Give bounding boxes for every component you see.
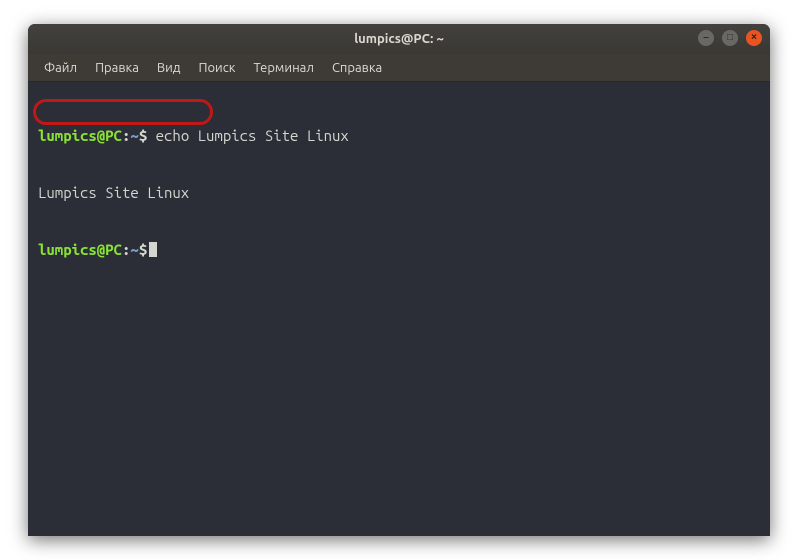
prompt-sigil: $: [139, 127, 147, 144]
prompt-user: lumpics@PC: [38, 241, 122, 258]
window-titlebar[interactable]: lumpics@PC: ~ – □ ×: [28, 24, 770, 54]
menu-edit[interactable]: Правка: [87, 57, 147, 79]
prompt-path: ~: [130, 241, 138, 258]
menu-file[interactable]: Файл: [36, 57, 85, 79]
terminal-cursor: [149, 242, 157, 257]
menu-terminal[interactable]: Терминал: [245, 57, 321, 79]
minimize-icon[interactable]: –: [698, 30, 714, 46]
prompt-user: lumpics@PC: [38, 127, 122, 144]
close-icon[interactable]: ×: [746, 30, 762, 46]
window-title: lumpics@PC: ~: [354, 32, 444, 46]
terminal-line-1: lumpics@PC:~$ echo Lumpics Site Linux: [38, 126, 760, 145]
menu-help[interactable]: Справка: [324, 57, 390, 79]
terminal-line-3: lumpics@PC:~$: [38, 240, 760, 259]
command-text: echo Lumpics Site Linux: [147, 127, 349, 144]
screenshot-canvas: lumpics@PC: ~ – □ × Файл Правка Вид Поис…: [0, 0, 797, 560]
menu-search[interactable]: Поиск: [190, 57, 243, 79]
prompt-path: ~: [130, 127, 138, 144]
menu-view[interactable]: Вид: [149, 57, 189, 79]
terminal-output-line: Lumpics Site Linux: [38, 183, 760, 202]
prompt-sigil: $: [139, 241, 147, 258]
maximize-icon[interactable]: □: [722, 30, 738, 46]
terminal-window: lumpics@PC: ~ – □ × Файл Правка Вид Поис…: [28, 24, 770, 536]
terminal-body[interactable]: lumpics@PC:~$ echo Lumpics Site Linux Lu…: [28, 82, 770, 303]
window-controls: – □ ×: [698, 30, 762, 46]
menu-bar: Файл Правка Вид Поиск Терминал Справка: [28, 54, 770, 82]
